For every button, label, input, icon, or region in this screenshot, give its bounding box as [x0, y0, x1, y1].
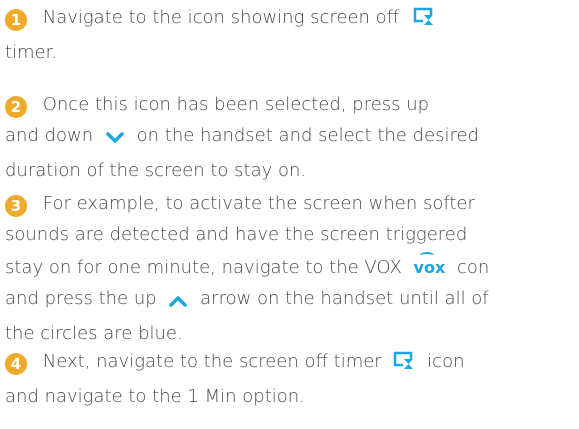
chevron-up-icon: [168, 287, 188, 318]
step-text: duration of the screen to stay on.: [5, 160, 307, 181]
step-text: on the handset and select the desired: [136, 125, 479, 146]
step-1: 1 Navigate to the icon showing screen of…: [5, 2, 570, 68]
step-text: con: [457, 257, 490, 278]
step-number-badge: 4: [5, 353, 27, 375]
step-text: and down: [5, 125, 94, 146]
screen-off-timer-icon: [413, 6, 435, 37]
step-text: arrow on the handset until all of: [200, 288, 489, 309]
step-text: Navigate to the icon showing screen off: [42, 7, 400, 28]
chevron-down-icon: [105, 124, 125, 155]
step-number-badge: 2: [5, 96, 27, 118]
step-text: timer.: [5, 42, 58, 63]
step-text: For example, to activate the screen when…: [42, 193, 475, 214]
screen-off-timer-icon: [393, 350, 415, 381]
step-text: Once this icon has been selected, press …: [42, 94, 430, 115]
step-text: Next, navigate to the screen off timer: [42, 351, 382, 372]
step-4: 4 Next, navigate to the screen off timer…: [5, 346, 570, 412]
step-text: stay on for one minute, navigate to the …: [5, 257, 402, 278]
vox-icon: vox: [413, 250, 446, 283]
step-number-badge: 3: [5, 195, 27, 217]
step-3: 3 For example, to activate the screen wh…: [5, 188, 570, 349]
step-text: and press the up: [5, 288, 157, 309]
step-text: the circles are blue.: [5, 323, 183, 344]
step-2: 2 Once this icon has been selected, pres…: [5, 89, 570, 186]
step-text: icon: [427, 351, 465, 372]
vox-icon-label: vox: [413, 258, 446, 277]
instructions-page: 1 Navigate to the icon showing screen of…: [0, 0, 579, 429]
step-text: and navigate to the 1 Min option.: [5, 386, 305, 407]
step-text: sounds are detected and have the screen …: [5, 224, 468, 245]
step-number-badge: 1: [5, 9, 27, 31]
